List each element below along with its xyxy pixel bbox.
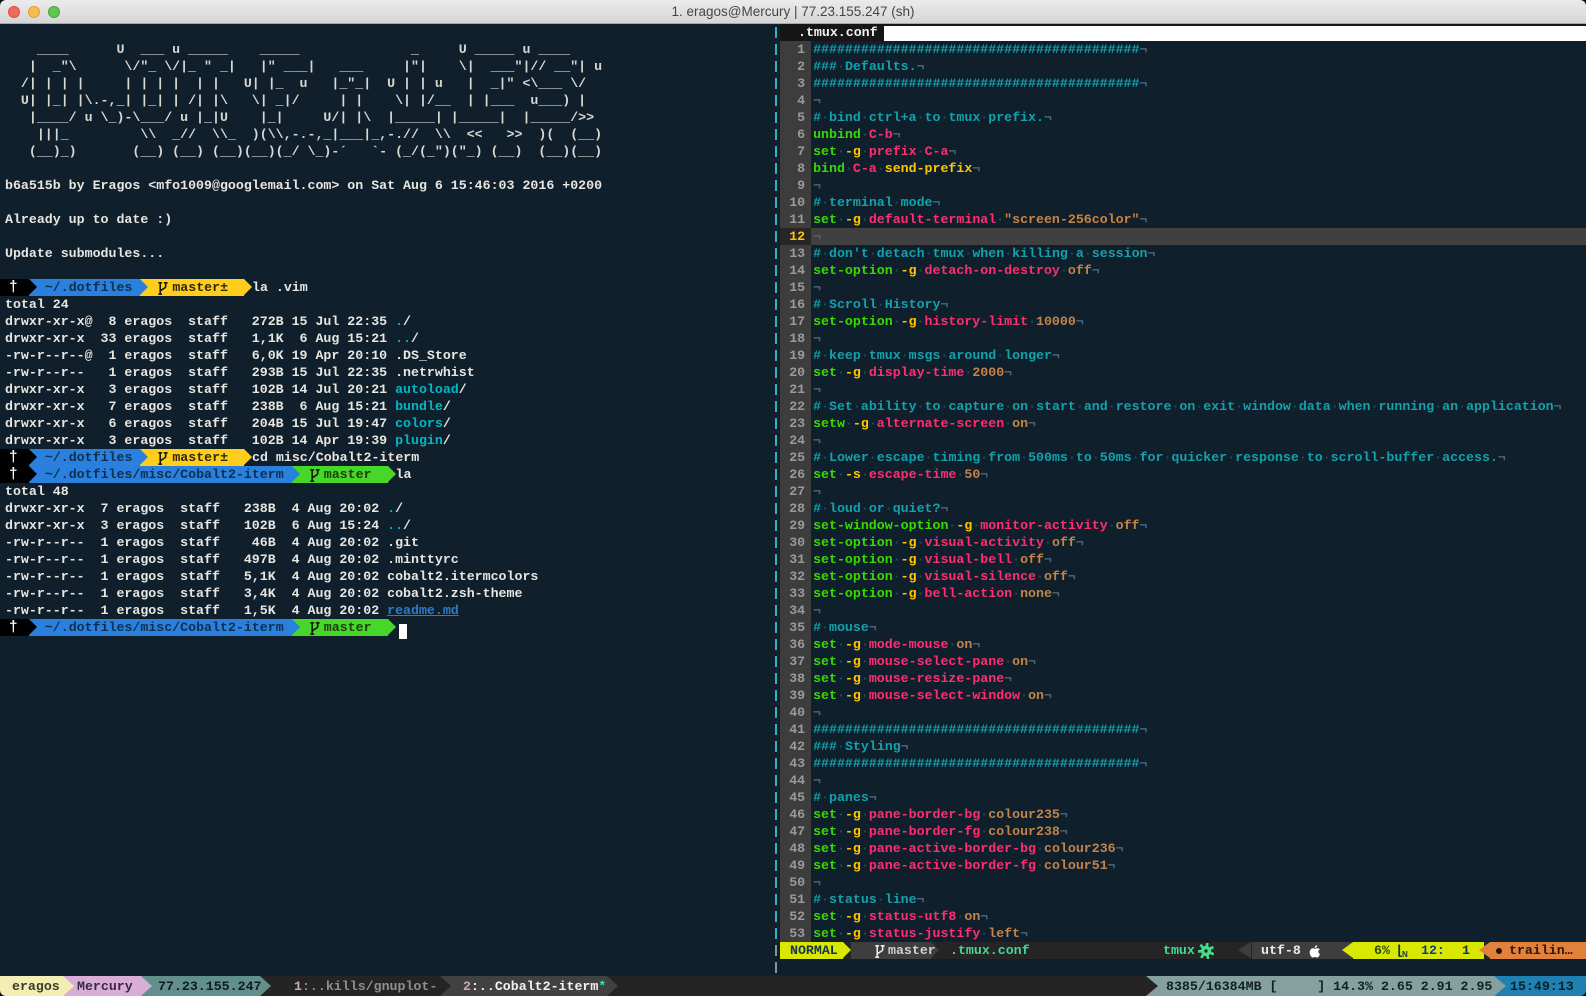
svg-text:N: N [1402, 950, 1408, 957]
